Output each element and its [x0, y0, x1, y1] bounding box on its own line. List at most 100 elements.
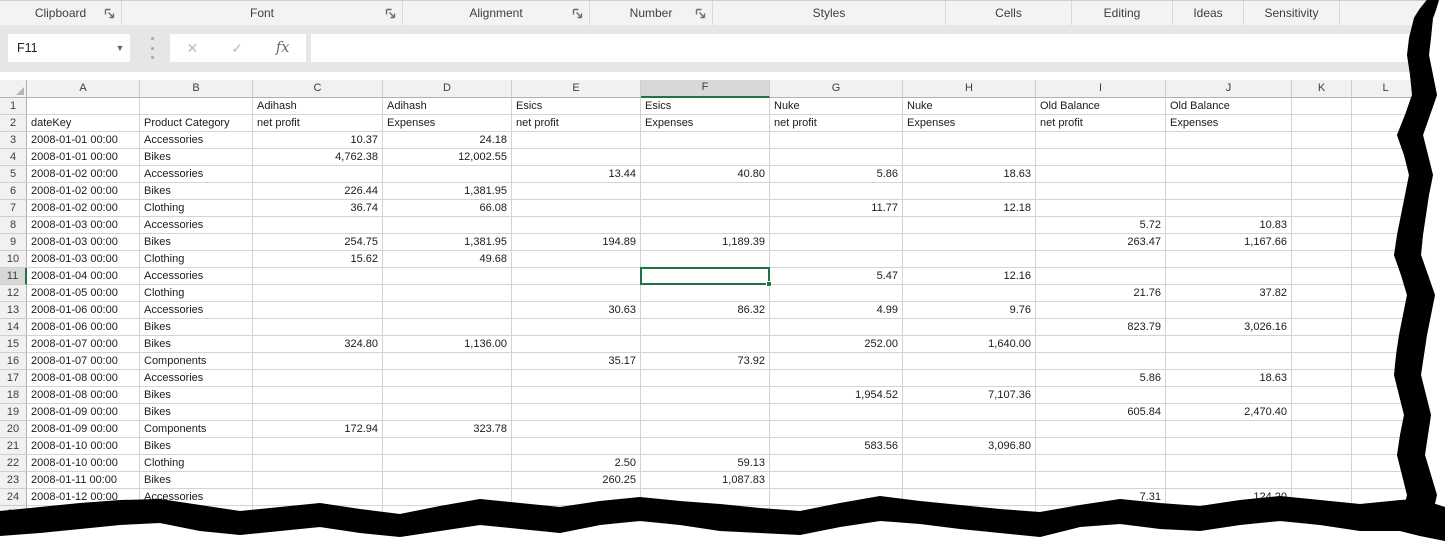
cell-F16[interactable]: 73.92 — [641, 353, 770, 370]
cell-B17[interactable]: Accessories — [140, 370, 253, 387]
cell-B16[interactable]: Components — [140, 353, 253, 370]
dialog-launcher-icon[interactable] — [695, 7, 707, 19]
cell-B23[interactable]: Bikes — [140, 472, 253, 489]
row-header-12[interactable]: 12 — [0, 285, 27, 302]
cell-A3[interactable]: 2008-01-01 00:00 — [27, 132, 140, 149]
cell-C13[interactable] — [253, 302, 383, 319]
cell-H16[interactable] — [903, 353, 1036, 370]
cell-E22[interactable]: 2.50 — [512, 455, 641, 472]
cell-I2[interactable]: net profit — [1036, 115, 1166, 132]
cell-I22[interactable] — [1036, 455, 1166, 472]
cell-D14[interactable] — [383, 319, 512, 336]
cell-F4[interactable] — [641, 149, 770, 166]
cell-A7[interactable]: 2008-01-02 00:00 — [27, 200, 140, 217]
cell-J24[interactable]: 124.20 — [1166, 489, 1292, 506]
cell-B18[interactable]: Bikes — [140, 387, 253, 404]
cell-C2[interactable]: net profit — [253, 115, 383, 132]
cell-B11[interactable]: Accessories — [140, 268, 253, 285]
cell-D22[interactable] — [383, 455, 512, 472]
dialog-launcher-icon[interactable] — [104, 7, 116, 19]
cell-D18[interactable] — [383, 387, 512, 404]
row-header-22[interactable]: 22 — [0, 455, 27, 472]
cell-C17[interactable] — [253, 370, 383, 387]
cell-C14[interactable] — [253, 319, 383, 336]
cell-F6[interactable] — [641, 183, 770, 200]
row-header-15[interactable]: 15 — [0, 336, 27, 353]
cell-D20[interactable]: 323.78 — [383, 421, 512, 438]
cell-B14[interactable]: Bikes — [140, 319, 253, 336]
cell-J23[interactable] — [1166, 472, 1292, 489]
cell-I25[interactable] — [1036, 506, 1166, 523]
cell-F18[interactable] — [641, 387, 770, 404]
cell-B15[interactable]: Bikes — [140, 336, 253, 353]
cell-B9[interactable]: Bikes — [140, 234, 253, 251]
row-header-3[interactable]: 3 — [0, 132, 27, 149]
cell-A20[interactable]: 2008-01-09 00:00 — [27, 421, 140, 438]
cell-F19[interactable] — [641, 404, 770, 421]
cell-K8[interactable] — [1292, 217, 1352, 234]
cell-E25[interactable] — [512, 506, 641, 523]
name-box[interactable]: F11 ▼ — [8, 34, 130, 62]
cell-G22[interactable] — [770, 455, 903, 472]
row-header-9[interactable]: 9 — [0, 234, 27, 251]
cell-K22[interactable] — [1292, 455, 1352, 472]
cell-D4[interactable]: 12,002.55 — [383, 149, 512, 166]
col-header-H[interactable]: H — [903, 80, 1036, 98]
col-header-F[interactable]: F — [641, 80, 770, 98]
cell-L5[interactable] — [1352, 166, 1420, 183]
cell-G20[interactable] — [770, 421, 903, 438]
cell-K3[interactable] — [1292, 132, 1352, 149]
cell-L18[interactable] — [1352, 387, 1420, 404]
cell-K21[interactable] — [1292, 438, 1352, 455]
cell-K1[interactable] — [1292, 98, 1352, 115]
cell-D25[interactable]: 3.5 — [383, 506, 512, 523]
cell-C10[interactable]: 15.62 — [253, 251, 383, 268]
cell-C6[interactable]: 226.44 — [253, 183, 383, 200]
cell-J7[interactable] — [1166, 200, 1292, 217]
cell-F3[interactable] — [641, 132, 770, 149]
cell-H25[interactable] — [903, 506, 1036, 523]
cell-A6[interactable]: 2008-01-02 00:00 — [27, 183, 140, 200]
cell-C18[interactable] — [253, 387, 383, 404]
cell-A16[interactable]: 2008-01-07 00:00 — [27, 353, 140, 370]
cell-B19[interactable]: Bikes — [140, 404, 253, 421]
cell-A4[interactable]: 2008-01-01 00:00 — [27, 149, 140, 166]
cell-F17[interactable] — [641, 370, 770, 387]
cell-C23[interactable] — [253, 472, 383, 489]
row-header-18[interactable]: 18 — [0, 387, 27, 404]
cell-F23[interactable]: 1,087.83 — [641, 472, 770, 489]
cell-H18[interactable]: 7,107.36 — [903, 387, 1036, 404]
cell-B25[interactable] — [140, 506, 253, 523]
cell-L19[interactable] — [1352, 404, 1420, 421]
cell-H10[interactable] — [903, 251, 1036, 268]
cell-L22[interactable] — [1352, 455, 1420, 472]
cell-E13[interactable]: 30.63 — [512, 302, 641, 319]
cell-L21[interactable] — [1352, 438, 1420, 455]
cell-E1[interactable]: Esics — [512, 98, 641, 115]
cell-A18[interactable]: 2008-01-08 00:00 — [27, 387, 140, 404]
cell-L12[interactable] — [1352, 285, 1420, 302]
cell-I5[interactable] — [1036, 166, 1166, 183]
cell-F8[interactable] — [641, 217, 770, 234]
row-header-8[interactable]: 8 — [0, 217, 27, 234]
cell-E19[interactable] — [512, 404, 641, 421]
cell-C7[interactable]: 36.74 — [253, 200, 383, 217]
cell-A25[interactable]: 2008-01-1 — [27, 506, 140, 523]
cell-B2[interactable]: Product Category — [140, 115, 253, 132]
cell-E16[interactable]: 35.17 — [512, 353, 641, 370]
cell-B1[interactable] — [140, 98, 253, 115]
cell-F13[interactable]: 86.32 — [641, 302, 770, 319]
cell-I6[interactable] — [1036, 183, 1166, 200]
cell-I21[interactable] — [1036, 438, 1166, 455]
row-header-14[interactable]: 14 — [0, 319, 27, 336]
col-header-C[interactable]: C — [253, 80, 383, 98]
cell-E23[interactable]: 260.25 — [512, 472, 641, 489]
cell-L9[interactable] — [1352, 234, 1420, 251]
cell-E15[interactable] — [512, 336, 641, 353]
cell-C4[interactable]: 4,762.38 — [253, 149, 383, 166]
cell-D24[interactable] — [383, 489, 512, 506]
dialog-launcher-icon[interactable] — [572, 7, 584, 19]
cell-D21[interactable] — [383, 438, 512, 455]
cell-C11[interactable] — [253, 268, 383, 285]
cell-K10[interactable] — [1292, 251, 1352, 268]
